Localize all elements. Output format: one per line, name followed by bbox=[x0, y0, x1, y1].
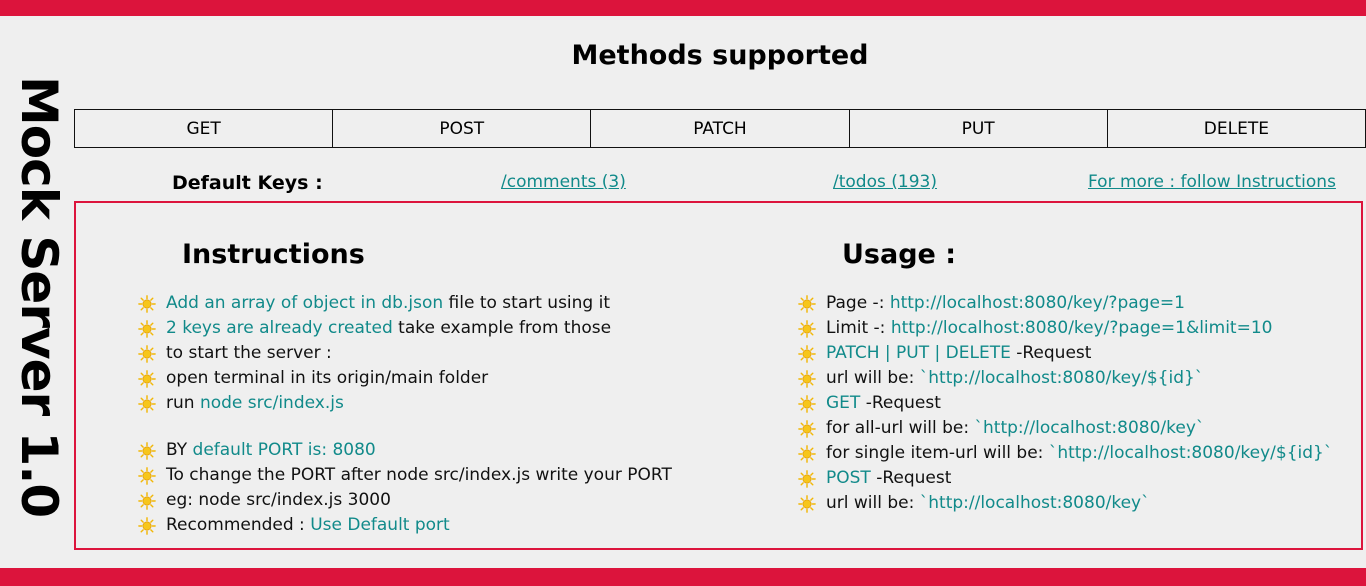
list-item: POST -Request bbox=[798, 466, 1332, 491]
item-text: Limit -: bbox=[826, 318, 891, 338]
list-item: GET -Request bbox=[798, 391, 1332, 416]
usage-heading: Usage : bbox=[842, 239, 957, 270]
highlight-text: default PORT is: 8080 bbox=[192, 440, 376, 460]
item-text: BY bbox=[166, 440, 193, 460]
item-text: open terminal in its origin/main folder bbox=[166, 368, 489, 388]
list-item: open terminal in its origin/main folder bbox=[138, 366, 672, 391]
sun-icon bbox=[138, 516, 156, 535]
info-panel: Instructions Add an array of object in d… bbox=[74, 201, 1363, 550]
usage-list: Page -: http://localhost:8080/key/?page=… bbox=[798, 291, 1332, 516]
sun-icon bbox=[138, 294, 156, 313]
instructions-link[interactable]: For more : follow Instructions bbox=[1088, 172, 1336, 192]
item-text: take example from those bbox=[392, 318, 612, 338]
item-text: run bbox=[166, 393, 200, 413]
highlight-text: Use Default port bbox=[310, 515, 450, 535]
item-text: url will be: bbox=[826, 368, 920, 388]
highlight-text: POST bbox=[826, 468, 871, 488]
sun-icon bbox=[138, 394, 156, 413]
list-item: url will be: `http://localhost:8080/key` bbox=[798, 491, 1332, 516]
item-text: -Request bbox=[1010, 343, 1092, 363]
highlight-text: `http://localhost:8080/key` bbox=[919, 493, 1150, 513]
list-item: PATCH | PUT | DELETE -Request bbox=[798, 341, 1332, 366]
sun-icon bbox=[138, 491, 156, 510]
sun-icon bbox=[798, 394, 816, 413]
bottom-accent-bar bbox=[0, 568, 1366, 586]
list-item: eg: node src/index.js 3000 bbox=[138, 488, 672, 513]
sun-icon bbox=[138, 369, 156, 388]
comments-link[interactable]: /comments (3) bbox=[501, 172, 626, 192]
list-item: 2 keys are already created take example … bbox=[138, 316, 672, 341]
list-item: Page -: http://localhost:8080/key/?page=… bbox=[798, 291, 1332, 316]
sun-icon bbox=[138, 344, 156, 363]
highlight-text: PATCH | PUT | DELETE bbox=[826, 343, 1011, 363]
methods-title: Methods supported bbox=[571, 40, 869, 71]
item-text: -Request bbox=[870, 468, 952, 488]
list-item: BY default PORT is: 8080 bbox=[138, 438, 672, 463]
highlight-text: `http://localhost:8080/key` bbox=[974, 418, 1205, 438]
top-accent-bar bbox=[0, 0, 1366, 16]
instructions-list: Add an array of object in db.json file t… bbox=[138, 291, 672, 538]
list-item: url will be: `http://localhost:8080/key/… bbox=[798, 366, 1332, 391]
highlight-text: GET bbox=[826, 393, 861, 413]
method-get: GET bbox=[73, 109, 334, 148]
highlight-text: http://localhost:8080/key/?page=1&limit=… bbox=[890, 318, 1273, 338]
item-text: file to start using it bbox=[443, 293, 611, 313]
method-patch: PATCH bbox=[590, 109, 850, 148]
methods-table: GET POST PATCH PUT DELETE bbox=[73, 109, 1366, 148]
list-item: To change the PORT after node src/index.… bbox=[138, 463, 672, 488]
item-text: to start the server : bbox=[166, 343, 332, 363]
instructions-heading: Instructions bbox=[182, 239, 365, 270]
sun-icon bbox=[798, 294, 816, 313]
list-item: Limit -: http://localhost:8080/key/?page… bbox=[798, 316, 1332, 341]
sun-icon bbox=[138, 441, 156, 460]
method-put: PUT bbox=[848, 109, 1108, 148]
item-text: -Request bbox=[860, 393, 941, 413]
sun-icon bbox=[138, 319, 156, 338]
item-text: To change the PORT after node src/index.… bbox=[166, 465, 672, 485]
item-text: for all-url will be: bbox=[826, 418, 975, 438]
default-keys-label: Default Keys : bbox=[172, 172, 323, 194]
list-item: run node src/index.js bbox=[138, 391, 672, 416]
highlight-text: node src/index.js bbox=[199, 393, 344, 413]
sun-icon bbox=[798, 344, 816, 363]
item-text: url will be: bbox=[826, 493, 920, 513]
sun-icon bbox=[798, 494, 816, 513]
app-title-vertical: Mock Server 1.0 bbox=[10, 76, 68, 518]
highlight-text: http://localhost:8080/key/?page=1 bbox=[889, 293, 1185, 313]
list-item: for all-url will be: `http://localhost:8… bbox=[798, 416, 1332, 441]
list-item: to start the server : bbox=[138, 341, 672, 366]
list-item: for single item-url will be: `http://loc… bbox=[798, 441, 1332, 466]
item-text: eg: node src/index.js 3000 bbox=[166, 490, 391, 510]
item-text: Recommended : bbox=[166, 515, 311, 535]
sun-icon bbox=[798, 419, 816, 438]
highlight-text: `http://localhost:8080/key/${id}` bbox=[919, 368, 1204, 388]
list-item: Add an array of object in db.json file t… bbox=[138, 291, 672, 316]
sun-icon bbox=[138, 466, 156, 485]
sun-icon bbox=[798, 469, 816, 488]
sun-icon bbox=[798, 369, 816, 388]
sun-icon bbox=[798, 444, 816, 463]
highlight-text: `http://localhost:8080/key/${id}` bbox=[1048, 443, 1333, 463]
method-post: POST bbox=[332, 109, 592, 148]
sun-icon bbox=[798, 319, 816, 338]
highlight-text: 2 keys are already created bbox=[166, 318, 393, 338]
method-delete: DELETE bbox=[1106, 109, 1366, 148]
highlight-text: Add an array of object in db.json bbox=[166, 293, 444, 313]
todos-link[interactable]: /todos (193) bbox=[833, 172, 937, 192]
item-text: Page -: bbox=[826, 293, 890, 313]
list-item: Recommended : Use Default port bbox=[138, 513, 672, 538]
item-text: for single item-url will be: bbox=[826, 443, 1049, 463]
